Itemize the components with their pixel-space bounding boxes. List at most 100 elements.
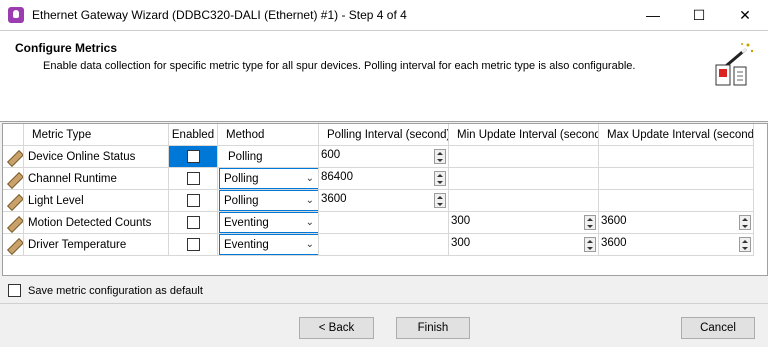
spin-down-icon[interactable] xyxy=(437,181,443,184)
chevron-down-icon[interactable]: ⌄ xyxy=(306,173,314,184)
spin-up-icon[interactable] xyxy=(742,240,748,243)
method-dropdown[interactable]: Eventing ⌄ xyxy=(219,212,318,233)
method-value: Eventing xyxy=(224,216,269,229)
method-cell[interactable]: Eventing ⌄ xyxy=(218,234,319,256)
enabled-cell[interactable] xyxy=(169,234,218,256)
polling-interval-value[interactable]: 600 xyxy=(321,149,340,161)
enabled-cell[interactable] xyxy=(169,168,218,190)
minimize-button[interactable]: — xyxy=(630,0,676,30)
page-title: Configure Metrics xyxy=(15,41,118,55)
min-update-value[interactable]: 300 xyxy=(451,215,470,227)
method-cell[interactable]: Polling ⌄ xyxy=(218,190,319,212)
pencil-icon xyxy=(6,194,20,208)
spin-up-icon[interactable] xyxy=(437,152,443,155)
enabled-cell[interactable] xyxy=(169,146,218,168)
min-update-cell[interactable]: 300 xyxy=(449,212,599,234)
spin-up-icon[interactable] xyxy=(587,240,593,243)
method-value: Polling xyxy=(228,150,263,163)
polling-interval-cell[interactable]: 600 xyxy=(319,146,449,168)
save-default-option[interactable]: Save metric configuration as default xyxy=(8,284,203,297)
spin-down-icon[interactable] xyxy=(742,225,748,228)
column-header-max-update[interactable]: Max Update Interval (second) xyxy=(599,124,754,146)
metric-type-cell: Light Level xyxy=(24,190,169,212)
header-icon-cell xyxy=(3,124,24,146)
save-default-checkbox[interactable] xyxy=(8,284,21,297)
method-dropdown[interactable]: Polling ⌄ xyxy=(219,168,318,189)
back-button[interactable]: < Back xyxy=(299,317,374,339)
enabled-checkbox[interactable] xyxy=(186,150,200,163)
method-cell[interactable]: Eventing ⌄ xyxy=(218,212,319,234)
maximize-button[interactable]: ☐ xyxy=(676,0,722,30)
chevron-down-icon[interactable]: ⌄ xyxy=(306,239,314,250)
max-update-value[interactable]: 3600 xyxy=(601,237,627,249)
row-edit-cell xyxy=(3,190,24,212)
table-row[interactable]: Driver Temperature Eventing ⌄ 300 3600 xyxy=(3,234,768,256)
row-edit-cell xyxy=(3,234,24,256)
row-edit-cell xyxy=(3,146,24,168)
spin-down-icon[interactable] xyxy=(742,247,748,250)
enabled-cell[interactable] xyxy=(169,190,218,212)
method-cell[interactable]: Polling ⌄ xyxy=(218,168,319,190)
finish-button[interactable]: Finish xyxy=(396,317,470,339)
spin-up-icon[interactable] xyxy=(742,218,748,221)
spin-down-icon[interactable] xyxy=(437,203,443,206)
min-update-cell xyxy=(449,146,599,168)
save-default-label[interactable]: Save metric configuration as default xyxy=(28,285,203,297)
close-button[interactable]: ✕ xyxy=(722,0,768,30)
min-update-cell xyxy=(449,168,599,190)
wizard-header: Configure Metrics Enable data collection… xyxy=(0,30,768,122)
enabled-cell[interactable] xyxy=(169,212,218,234)
metric-type-cell: Channel Runtime xyxy=(24,168,169,190)
max-update-spinner[interactable] xyxy=(739,215,751,230)
metrics-grid: Metric Type Enabled Method Polling Inter… xyxy=(2,123,768,276)
column-header-metric-type[interactable]: Metric Type xyxy=(24,124,169,146)
method-cell[interactable]: Polling xyxy=(218,146,319,168)
min-update-spinner[interactable] xyxy=(584,215,596,230)
enabled-checkbox[interactable] xyxy=(186,216,200,229)
title-bar: Ethernet Gateway Wizard (DDBC320-DALI (E… xyxy=(0,0,768,30)
min-update-cell[interactable]: 300 xyxy=(449,234,599,256)
table-row[interactable]: Device Online Status Polling 600 xyxy=(3,146,768,168)
spin-up-icon[interactable] xyxy=(587,218,593,221)
enabled-checkbox[interactable] xyxy=(186,194,200,207)
max-update-cell[interactable]: 3600 xyxy=(599,234,754,256)
method-dropdown[interactable]: Polling ⌄ xyxy=(219,190,318,211)
table-row[interactable]: Channel Runtime Polling ⌄ 86400 xyxy=(3,168,768,190)
spin-down-icon[interactable] xyxy=(587,225,593,228)
column-header-min-update[interactable]: Min Update Interval (second) xyxy=(449,124,599,146)
cancel-button[interactable]: Cancel xyxy=(681,317,755,339)
column-header-enabled[interactable]: Enabled xyxy=(169,124,218,146)
max-update-cell xyxy=(599,146,754,168)
pencil-icon xyxy=(6,216,20,230)
polling-interval-cell[interactable]: 3600 xyxy=(319,190,449,212)
method-value: Polling xyxy=(224,194,259,207)
polling-interval-value[interactable]: 86400 xyxy=(321,171,353,183)
chevron-down-icon[interactable]: ⌄ xyxy=(306,217,314,228)
max-update-value[interactable]: 3600 xyxy=(601,215,627,227)
method-dropdown[interactable]: Eventing ⌄ xyxy=(219,234,318,255)
max-update-spinner[interactable] xyxy=(739,237,751,252)
spin-up-icon[interactable] xyxy=(437,174,443,177)
page-description: Enable data collection for specific metr… xyxy=(43,60,636,72)
polling-interval-cell[interactable]: 86400 xyxy=(319,168,449,190)
column-header-method[interactable]: Method xyxy=(218,124,319,146)
column-header-polling-interval[interactable]: Polling Interval (second) xyxy=(319,124,449,146)
polling-interval-spinner[interactable] xyxy=(434,171,446,186)
spin-down-icon[interactable] xyxy=(587,247,593,250)
max-update-cell[interactable]: 3600 xyxy=(599,212,754,234)
enabled-checkbox[interactable] xyxy=(186,238,200,251)
polling-interval-spinner[interactable] xyxy=(434,149,446,164)
polling-interval-spinner[interactable] xyxy=(434,193,446,208)
metric-type-cell: Device Online Status xyxy=(24,146,169,168)
chevron-down-icon[interactable]: ⌄ xyxy=(306,195,314,206)
row-edit-cell xyxy=(3,212,24,234)
spin-up-icon[interactable] xyxy=(437,196,443,199)
pencil-icon xyxy=(6,172,20,186)
polling-interval-value[interactable]: 3600 xyxy=(321,193,347,205)
min-update-value[interactable]: 300 xyxy=(451,237,470,249)
table-row[interactable]: Light Level Polling ⌄ 3600 xyxy=(3,190,768,212)
min-update-spinner[interactable] xyxy=(584,237,596,252)
enabled-checkbox[interactable] xyxy=(186,172,200,185)
table-row[interactable]: Motion Detected Counts Eventing ⌄ 300 360… xyxy=(3,212,768,234)
spin-down-icon[interactable] xyxy=(437,159,443,162)
